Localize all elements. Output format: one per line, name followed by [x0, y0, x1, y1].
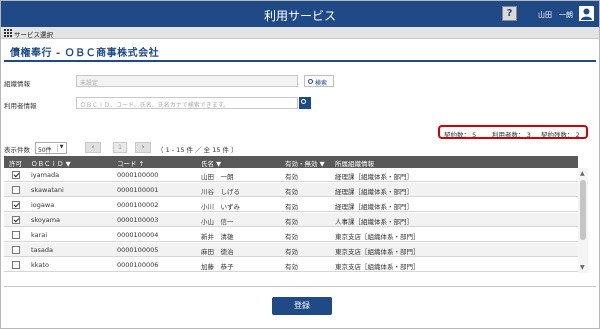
- search-icon: [301, 99, 306, 104]
- cell-status: 有効: [285, 218, 298, 226]
- col-obcid[interactable]: ＯＢＣｉＤ ▼: [31, 158, 71, 168]
- cell-code: 0000100003: [117, 216, 159, 224]
- cell-org: 経理課［組織体系・部門］: [335, 173, 413, 181]
- col-permit[interactable]: 許可: [9, 158, 22, 168]
- org-info-field[interactable]: 未設定: [76, 75, 298, 87]
- cell-obcid: kkato: [31, 261, 49, 269]
- cell-status: 有効: [285, 263, 298, 271]
- table-row[interactable]: iyamada 0000100000 山田 一朗 有効 経理課［組織体系・部門］: [4, 168, 578, 182]
- scroll-down-icon[interactable]: ▼: [580, 264, 585, 271]
- cell-status: 有効: [285, 173, 298, 181]
- col-code[interactable]: コード ↑: [117, 158, 144, 168]
- permit-checkbox[interactable]: [12, 171, 20, 179]
- cell-code: 0000100004: [117, 231, 159, 239]
- permit-checkbox[interactable]: [12, 186, 20, 194]
- cell-status: 有効: [285, 203, 298, 211]
- permit-checkbox[interactable]: [12, 261, 20, 269]
- user-search-button[interactable]: [299, 97, 311, 109]
- table-scrollbar[interactable]: ▲ ▼: [578, 168, 588, 273]
- cell-name: 小山 信一: [201, 218, 234, 226]
- prev-page-button[interactable]: ‹: [85, 142, 101, 153]
- cell-code: 0000100002: [117, 201, 159, 209]
- cell-obcid: iyamada: [31, 171, 60, 179]
- chevron-down-icon: ▼: [57, 144, 65, 152]
- scroll-thumb[interactable]: [580, 180, 586, 240]
- register-button[interactable]: 登録: [272, 297, 332, 315]
- scroll-up-icon[interactable]: ▲: [580, 170, 585, 177]
- cell-code: 0000100000: [117, 171, 159, 179]
- cell-name: 麻田 徳治: [201, 248, 234, 256]
- table-row[interactable]: tasada 0000100005 麻田 徳治 有効 東京支店［組織体系・部門］: [4, 243, 578, 257]
- cell-obcid: tasada: [31, 246, 54, 254]
- page-title: 債権奉行 - ＯＢＣ商事株式会社: [10, 48, 160, 59]
- table-row[interactable]: skawatani 0000100001 川谷 しげる 有効 経理課［組織体系・部門］: [4, 183, 578, 197]
- cell-name: 川谷 しげる: [201, 188, 240, 196]
- top-bar: 利用サービス ? 山田 一朗: [1, 1, 599, 27]
- permit-checkbox[interactable]: [12, 246, 20, 254]
- cell-org: 東京支店［組織体系・部門］: [335, 263, 420, 271]
- cell-name: 新井 清雄: [201, 233, 234, 241]
- table-row[interactable]: karai 0000100004 新井 清雄 有効 東京支店［組織体系・部門］: [4, 228, 578, 242]
- cell-obcid: karai: [31, 231, 48, 239]
- service-select-label: サービス選択: [14, 31, 53, 39]
- cell-name: 加藤 恭子: [201, 263, 234, 271]
- service-select-bar[interactable]: サービス選択: [1, 27, 599, 39]
- permit-checkbox[interactable]: [12, 216, 20, 224]
- cell-code: 0000100006: [117, 261, 159, 269]
- col-status[interactable]: 有効・無効 ▼: [285, 158, 325, 168]
- table-header: 許可 ＯＢＣｉＤ ▼ コード ↑ 氏名 ▼ 有効・無効 ▼ 所属組織情報: [4, 156, 578, 168]
- current-page[interactable]: 1: [113, 142, 127, 153]
- org-search-button[interactable]: 検索: [304, 75, 334, 87]
- page-size-value: 50件: [38, 147, 52, 154]
- users-count: 利用者数： 3: [492, 131, 531, 139]
- cell-obcid: skawatani: [31, 186, 64, 194]
- grid-icon: [4, 29, 12, 37]
- page-size-label: 表示件数: [4, 146, 30, 154]
- permit-checkbox[interactable]: [12, 231, 20, 239]
- table-row[interactable]: skoyama 0000100003 小山 信一 有効 人事課［組織体系・部門］: [4, 213, 578, 227]
- cell-code: 0000100005: [117, 246, 159, 254]
- cell-status: 有効: [285, 233, 298, 241]
- table-row[interactable]: iogawa 0000100002 小川 いずみ 有効 経理課［組織体系・部門］: [4, 198, 578, 212]
- cell-status: 有効: [285, 188, 298, 196]
- cell-name: 小川 いずみ: [201, 203, 240, 211]
- cell-org: 人事課［組織体系・部門］: [335, 218, 413, 226]
- contracts-count: 契約数： 5: [444, 131, 477, 139]
- org-search-button-label: 検索: [315, 80, 328, 87]
- col-org[interactable]: 所属組織情報: [335, 158, 374, 168]
- cell-name: 山田 一朗: [201, 173, 234, 181]
- col-name[interactable]: 氏名 ▼: [201, 158, 221, 168]
- table-body: iyamada 0000100000 山田 一朗 有効 経理課［組織体系・部門］ skaw…: [4, 168, 578, 273]
- contract-summary: 契約数： 5 利用者数： 3 契約残数： 2: [438, 125, 588, 139]
- table-row[interactable]: kkato 0000100006 加藤 恭子 有効 東京支店［組織体系・部門］: [4, 258, 578, 272]
- help-button[interactable]: ?: [502, 6, 517, 21]
- user-search-input[interactable]: ＯＢＣｉＤ、コード、氏名、氏名カナで検索できます。: [76, 97, 298, 109]
- pager-info: （ 1 - 15 件 ／ 全 15 件 ）: [157, 146, 238, 154]
- user-icon-glyph: [581, 8, 592, 20]
- cell-status: 有効: [285, 248, 298, 256]
- org-info-label: 組織情報: [4, 80, 30, 88]
- cell-org: 東京支店［組織体系・部門］: [335, 248, 420, 256]
- cell-obcid: skoyama: [31, 216, 61, 224]
- user-name: 山田 一朗: [538, 11, 573, 19]
- title-divider: [4, 60, 596, 62]
- cell-obcid: iogawa: [31, 201, 55, 209]
- page-size-select[interactable]: 50件 ▼: [35, 142, 67, 154]
- footer-divider: [4, 286, 596, 287]
- cell-org: 経理課［組織体系・部門］: [335, 188, 413, 196]
- permit-checkbox[interactable]: [12, 201, 20, 209]
- remaining-count: 契約残数： 2: [541, 131, 580, 139]
- cell-code: 0000100001: [117, 186, 159, 194]
- next-page-button[interactable]: ›: [135, 142, 151, 153]
- cell-org: 経理課［組織体系・部門］: [335, 203, 413, 211]
- cell-org: 東京支店［組織体系・部門］: [335, 233, 420, 241]
- search-icon: [308, 79, 313, 84]
- user-info-label: 利用者情報: [4, 102, 37, 110]
- user-icon[interactable]: [579, 6, 594, 21]
